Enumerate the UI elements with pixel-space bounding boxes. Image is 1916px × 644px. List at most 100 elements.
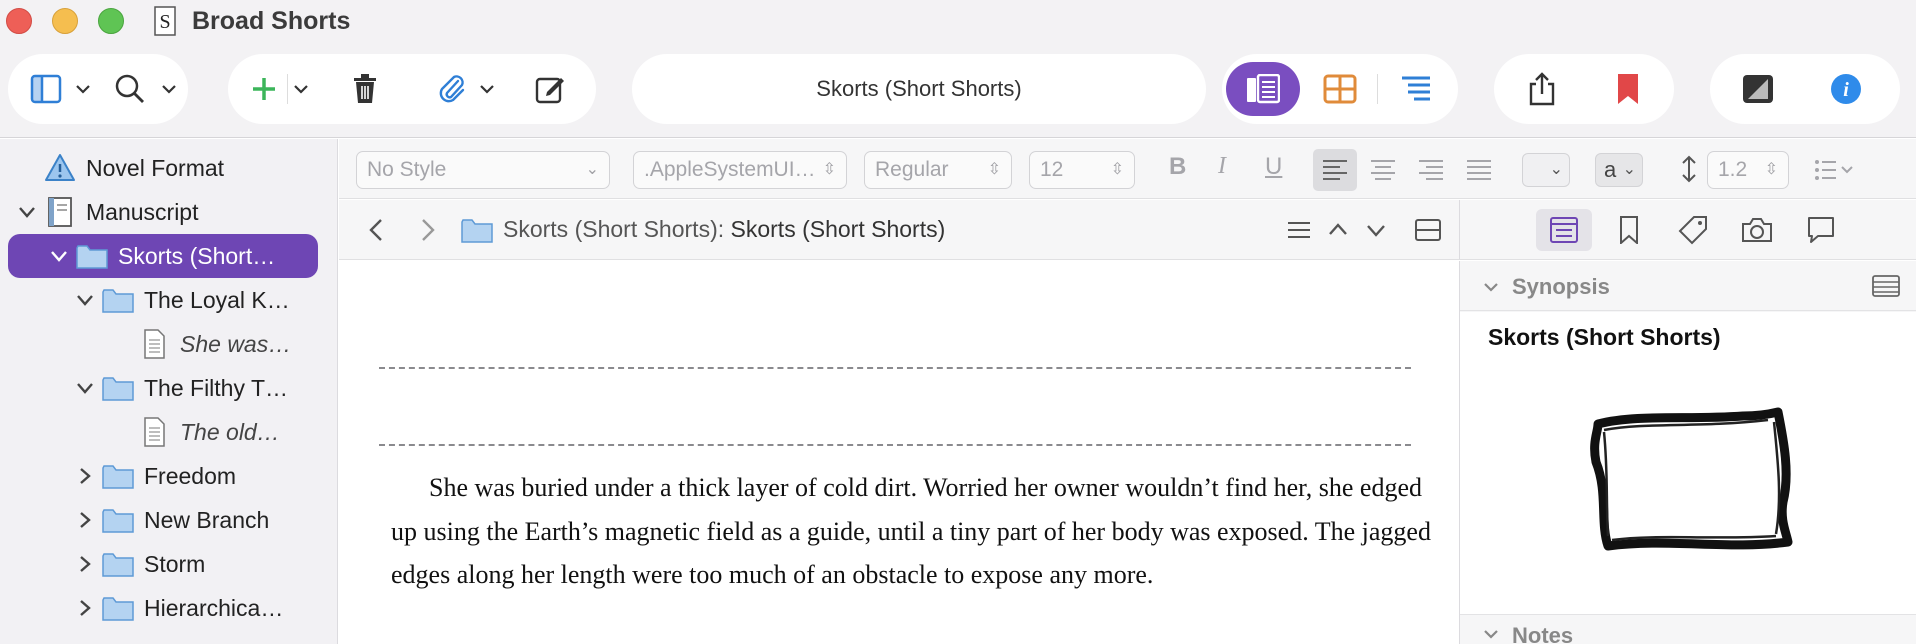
attachment-button[interactable]: [434, 70, 470, 108]
list-style-icon[interactable]: [1814, 159, 1856, 183]
highlight-color-select[interactable]: a ⌄: [1595, 153, 1643, 187]
text-color-select[interactable]: ⌄: [1522, 153, 1570, 187]
close-window-button[interactable]: [6, 8, 32, 34]
binder-item[interactable]: She was…: [0, 322, 337, 366]
format-bar: No Style ⌄ .AppleSystemUI… ⇳ Regular ⇳ 12 ⇳ …: [339, 139, 1916, 199]
compose-icon: [535, 77, 564, 104]
binder-item[interactable]: The old…: [0, 410, 337, 454]
forward-arrow-icon[interactable]: [417, 217, 437, 243]
align-justify-icon[interactable]: [1466, 159, 1492, 181]
bookmark-button[interactable]: [1610, 70, 1646, 108]
chevron-down-icon[interactable]: [74, 76, 92, 102]
document-title-field[interactable]: Skorts (Short Shorts): [632, 54, 1206, 124]
binder-item[interactable]: Novel Format: [0, 146, 337, 190]
binder-item-label: Novel Format: [86, 155, 225, 181]
binder-item-label: New Branch: [144, 507, 270, 533]
theme-button[interactable]: [1740, 70, 1776, 108]
tab-snapshots[interactable]: [1729, 209, 1785, 251]
corkboard-icon: [1323, 74, 1357, 104]
composition-mode-button[interactable]: [1226, 62, 1300, 116]
share-group: [1494, 54, 1674, 124]
share-button[interactable]: [1524, 70, 1560, 108]
chevron-down-icon[interactable]: [1482, 278, 1500, 296]
add-button[interactable]: [246, 70, 282, 108]
folder-icon: [76, 245, 108, 269]
folder-icon: [102, 553, 134, 577]
back-arrow-icon[interactable]: [367, 217, 387, 243]
line-spacing-icon: [1682, 155, 1696, 183]
folder-icon: [102, 289, 134, 313]
bold-button[interactable]: B: [1169, 153, 1186, 181]
minimize-window-button[interactable]: [52, 8, 78, 34]
italic-button[interactable]: I: [1218, 153, 1226, 180]
chevron-down-icon[interactable]: [1482, 625, 1500, 643]
split-editor-icon[interactable]: [1415, 219, 1441, 241]
window-title: Broad Shorts: [192, 7, 351, 35]
editor-path-title[interactable]: Skorts (Short Shorts): Skorts (Short Sho…: [503, 216, 945, 243]
binder-item[interactable]: New Branch: [0, 498, 337, 542]
notes-header[interactable]: Notes: [1460, 614, 1916, 644]
align-left-icon: [1323, 160, 1347, 180]
align-center-icon[interactable]: [1370, 159, 1396, 181]
document-icon: [144, 417, 165, 447]
binder-item[interactable]: The Filthy T…: [0, 366, 337, 410]
corkboard-button[interactable]: [1322, 70, 1358, 108]
binder-item-label: The old…: [180, 419, 280, 445]
bookmark-outline-icon: [1620, 216, 1638, 244]
chevron-down-icon[interactable]: [160, 76, 178, 102]
folder-icon: [102, 377, 134, 401]
trash-button[interactable]: [348, 70, 382, 108]
synopsis-image-toggle-icon[interactable]: [1872, 275, 1900, 297]
tab-synopsis-notes[interactable]: [1536, 209, 1592, 251]
line-spacing-select[interactable]: 1.2 ⇳: [1707, 151, 1789, 189]
underline-button[interactable]: U: [1265, 153, 1282, 181]
binder-item[interactable]: Skorts (Short…: [0, 234, 337, 278]
warning-icon: [45, 154, 75, 181]
chevron-down-icon[interactable]: [16, 201, 38, 223]
binder-item[interactable]: Storm: [0, 542, 337, 586]
menu-lines-icon[interactable]: [1287, 220, 1311, 240]
zoom-window-button[interactable]: [98, 8, 124, 34]
chevron-right-icon[interactable]: [74, 465, 96, 487]
binder-item-label: Skorts (Short…: [118, 243, 276, 269]
binder-item[interactable]: Hierarchica…: [0, 586, 337, 630]
chevron-up-icon[interactable]: [1327, 220, 1349, 240]
align-left-button[interactable]: [1313, 149, 1357, 191]
search-button[interactable]: [112, 70, 148, 108]
paragraph-style-select[interactable]: No Style ⌄: [356, 151, 610, 189]
info-group: i: [1710, 54, 1900, 124]
outline-button[interactable]: [1398, 70, 1434, 108]
font-family-select[interactable]: .AppleSystemUI… ⇳: [633, 151, 847, 189]
synopsis-body[interactable]: Skorts (Short Shorts): [1460, 312, 1916, 614]
chevron-right-icon[interactable]: [74, 597, 96, 619]
trash-icon: [354, 74, 376, 103]
chevron-down-icon[interactable]: [48, 245, 70, 267]
font-size-select[interactable]: 12 ⇳: [1029, 151, 1135, 189]
tab-bookmarks[interactable]: [1601, 209, 1657, 251]
tab-metadata[interactable]: [1665, 209, 1721, 251]
compose-button[interactable]: [532, 70, 568, 108]
share-icon: [1529, 72, 1555, 106]
chevron-down-icon[interactable]: [478, 76, 496, 102]
binder-item[interactable]: The Loyal K…: [0, 278, 337, 322]
binder-item-label: The Loyal K…: [144, 287, 290, 313]
bookmark-icon: [1618, 74, 1638, 104]
tab-comments[interactable]: [1793, 209, 1849, 251]
synopsis-header[interactable]: Synopsis: [1460, 261, 1916, 311]
binder-item-label: The Filthy T…: [144, 375, 288, 401]
chevron-down-icon[interactable]: [74, 377, 96, 399]
chevron-down-icon[interactable]: [292, 76, 310, 102]
font-weight-select[interactable]: Regular ⇳: [864, 151, 1012, 189]
align-right-icon[interactable]: [1418, 159, 1444, 181]
text-editor[interactable]: She was buried under a thick layer of co…: [339, 261, 1459, 644]
sidebar-toggle-button[interactable]: [28, 70, 64, 108]
editor-text[interactable]: She was buried under a thick layer of co…: [391, 466, 1431, 597]
chevron-down-icon[interactable]: [74, 289, 96, 311]
info-button[interactable]: i: [1828, 70, 1864, 108]
chevron-right-icon[interactable]: [74, 509, 96, 531]
chevron-down-icon[interactable]: [1365, 220, 1387, 240]
binder-item[interactable]: Freedom: [0, 454, 337, 498]
folder-icon: [461, 219, 493, 243]
binder-item[interactable]: Manuscript: [0, 190, 337, 234]
chevron-right-icon[interactable]: [74, 553, 96, 575]
